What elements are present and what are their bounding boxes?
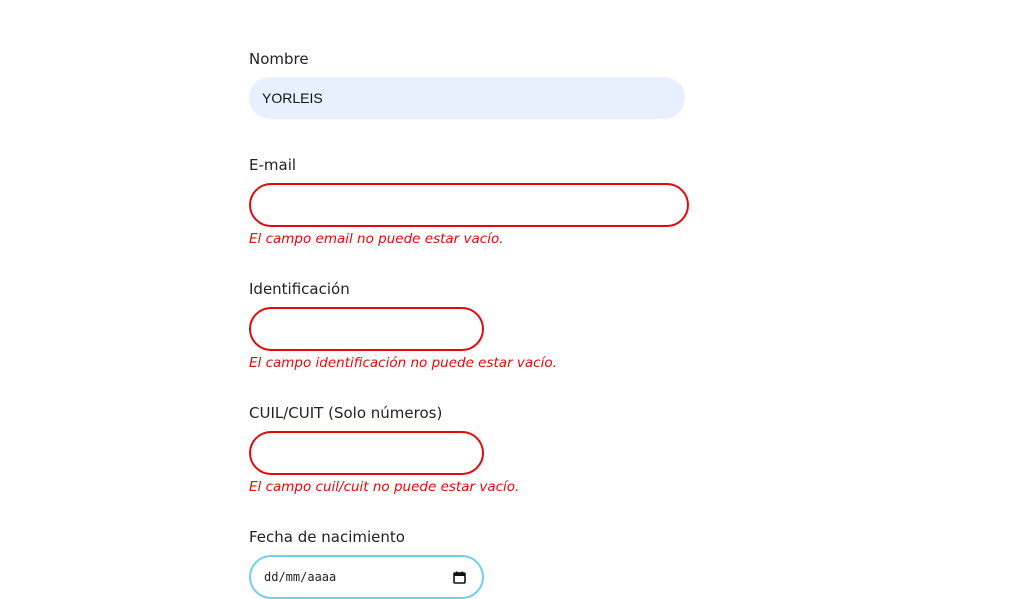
cuil-input[interactable] <box>249 431 484 475</box>
cuil-label: CUIL/CUIT (Solo números) <box>249 404 443 422</box>
nombre-input-value: YORLEIS <box>262 90 323 106</box>
cuil-error: El campo cuil/cuit no puede estar vacío. <box>249 479 520 495</box>
fecha-input[interactable]: dd/mm/aaaa <box>249 555 484 599</box>
calendar-icon[interactable] <box>453 571 466 584</box>
nombre-label: Nombre <box>249 50 309 68</box>
identificacion-error: El campo identificación no puede estar v… <box>249 355 557 371</box>
identificacion-input[interactable] <box>249 307 484 351</box>
email-error: El campo email no puede estar vacío. <box>249 231 504 247</box>
nombre-input[interactable]: YORLEIS <box>249 77 685 119</box>
email-label: E-mail <box>249 156 297 174</box>
fecha-label: Fecha de nacimiento <box>249 528 405 546</box>
email-input[interactable] <box>249 183 689 227</box>
fecha-placeholder: dd/mm/aaaa <box>264 570 337 584</box>
identificacion-label: Identificación <box>249 280 350 298</box>
